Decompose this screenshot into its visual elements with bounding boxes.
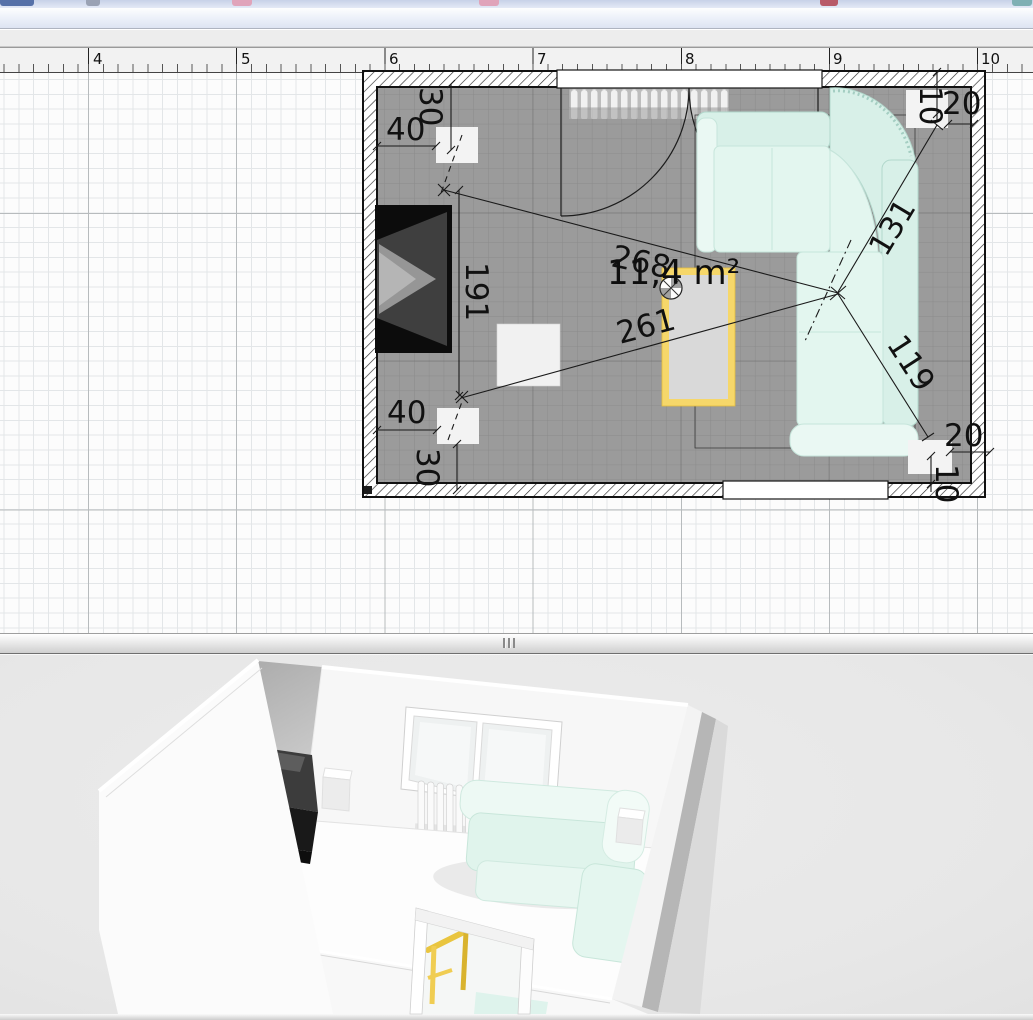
sofa-arm-bottom (790, 424, 918, 456)
room-area-label[interactable]: 11,4 m² (607, 253, 740, 293)
speaker-3d-left (322, 768, 352, 811)
tv[interactable] (375, 205, 452, 353)
dim-label: 40 (387, 395, 426, 431)
dim-label: 191 (458, 262, 494, 321)
speaker-bottom-left[interactable] (437, 408, 479, 444)
speaker-top-left[interactable] (436, 127, 478, 163)
dim-label: 30 (409, 448, 445, 487)
dim-label: 10 (928, 464, 964, 503)
wall-corner-marker (364, 486, 372, 494)
side-table[interactable] (497, 324, 560, 386)
room-3d-rendering (99, 660, 728, 1014)
window[interactable] (557, 70, 822, 88)
home-design-app-window: 4 5 6 7 8 9 10 (0, 0, 1033, 1020)
radiator[interactable] (569, 89, 729, 108)
vector-overlay: 40 30 191 268 261 40 30 10 20 131 119 20… (0, 0, 1033, 1020)
sofa-seat-right (797, 252, 883, 426)
speaker-3d-right (616, 808, 645, 845)
doorway[interactable] (723, 481, 888, 499)
dim-label: 30 (412, 87, 448, 126)
dim-label: 20 (944, 418, 983, 454)
dim-label: 20 (942, 86, 981, 122)
